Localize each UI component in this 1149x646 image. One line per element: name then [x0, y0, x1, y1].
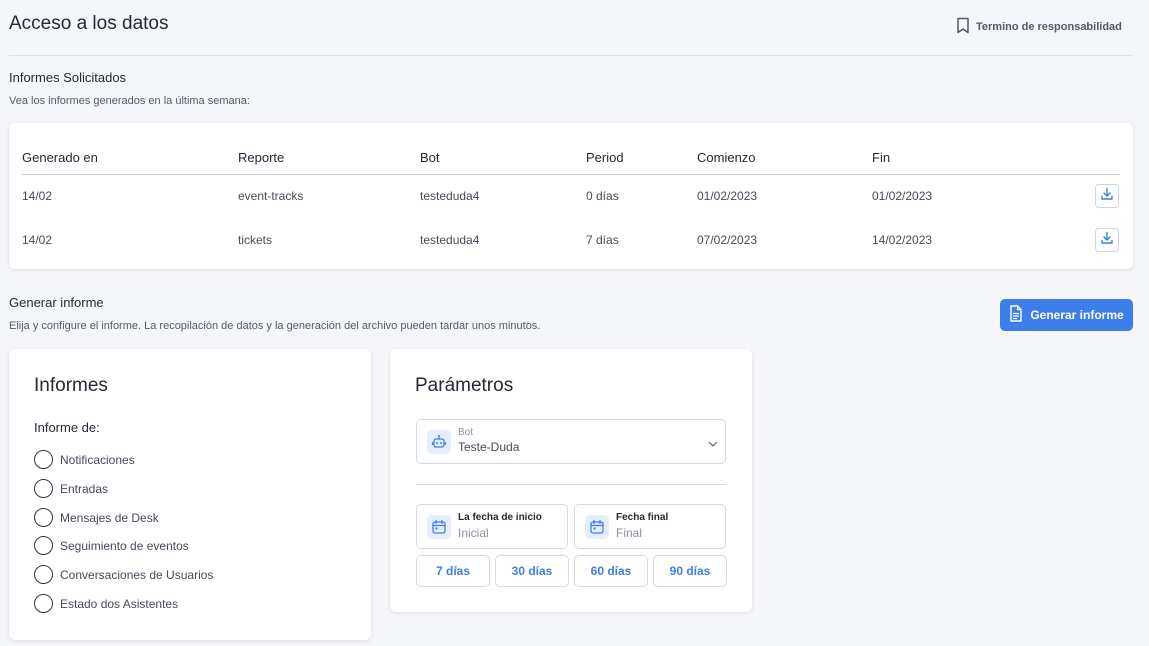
download-button[interactable]: [1095, 228, 1119, 252]
params-title: Parámetros: [415, 375, 514, 396]
range-30-days-button[interactable]: 30 días: [495, 555, 569, 587]
download-icon: [1100, 187, 1114, 206]
cell-generated: 14/02: [22, 233, 53, 247]
params-card: Parámetros Bot Teste-Duda La fecha de in…: [390, 349, 752, 612]
page-title: Acceso a los datos: [9, 13, 169, 34]
radio-circle[interactable]: [34, 565, 53, 584]
radio-option-mensajes-desk[interactable]: Mensajes de Desk: [34, 508, 159, 527]
radio-circle[interactable]: [34, 508, 53, 527]
range-7-days-button[interactable]: 7 días: [416, 555, 490, 587]
chevron-down-icon: [708, 436, 718, 454]
document-icon: [1009, 305, 1023, 325]
cell-period: 0 días: [586, 189, 619, 203]
robot-icon: [427, 430, 451, 454]
table-header-divider: [22, 174, 1120, 175]
terms-link[interactable]: Termino de responsabilidad: [956, 17, 1122, 37]
radio-label: Notificaciones: [60, 452, 135, 467]
cell-start: 01/02/2023: [697, 189, 758, 203]
column-header-end: Fin: [872, 150, 891, 165]
bot-select[interactable]: Bot Teste-Duda: [416, 419, 726, 464]
radio-option-conversaciones-usuarios[interactable]: Conversaciones de Usuarios: [34, 565, 213, 584]
bot-select-value: Teste-Duda: [458, 440, 520, 454]
start-date-value: Inicial: [458, 526, 489, 540]
radio-option-entradas[interactable]: Entradas: [34, 479, 108, 498]
radio-label: Seguimiento de eventos: [60, 538, 189, 553]
cell-report: event-tracks: [238, 189, 304, 203]
radio-label: Entradas: [60, 481, 109, 496]
header-divider: [9, 55, 1133, 56]
bot-select-label: Bot: [458, 427, 474, 438]
radio-option-notificaciones[interactable]: Notificaciones: [34, 450, 135, 469]
column-header-generated: Generado en: [22, 150, 98, 165]
start-date-label: La fecha de inicio: [458, 512, 542, 523]
informes-title: Informes: [34, 375, 108, 396]
generate-section-title: Generar informe: [9, 295, 104, 310]
download-icon: [1100, 231, 1114, 250]
cell-bot: testeduda4: [420, 189, 480, 203]
generate-section-subtitle: Elija y configure el informe. La recopil…: [9, 320, 541, 332]
radio-label: Estado dos Asistentes: [60, 596, 179, 611]
informes-card: Informes Informe de: Notificaciones Entr…: [9, 349, 371, 640]
cell-end: 01/02/2023: [872, 189, 933, 203]
radio-circle[interactable]: [34, 594, 53, 613]
cell-period: 7 días: [586, 233, 619, 247]
terms-link-label: Termino de responsabilidad: [976, 21, 1122, 33]
cell-report: tickets: [238, 233, 273, 247]
start-date-field[interactable]: La fecha de inicio Inicial: [416, 504, 568, 549]
params-divider: [416, 484, 726, 485]
reports-section-title: Informes Solicitados: [9, 70, 127, 85]
calendar-icon: [585, 515, 609, 539]
column-header-bot: Bot: [420, 150, 440, 165]
generate-report-button-label: Generar informe: [1030, 308, 1124, 322]
column-header-period: Period: [586, 150, 624, 165]
end-date-label: Fecha final: [616, 512, 669, 523]
radio-label: Conversaciones de Usuarios: [60, 567, 214, 582]
bookmark-icon: [956, 17, 970, 37]
download-button[interactable]: [1095, 184, 1119, 208]
column-header-start: Comienzo: [697, 150, 756, 165]
cell-bot: testeduda4: [420, 233, 480, 247]
cell-generated: 14/02: [22, 189, 53, 203]
radio-circle[interactable]: [34, 450, 53, 469]
generate-report-button[interactable]: Generar informe: [1000, 299, 1133, 331]
reports-table: Generado en Reporte Bot Period Comienzo …: [9, 123, 1133, 269]
radio-option-seguimiento-eventos[interactable]: Seguimiento de eventos: [34, 536, 189, 555]
range-60-days-button[interactable]: 60 días: [574, 555, 648, 587]
cell-end: 14/02/2023: [872, 233, 933, 247]
reports-section-subtitle: Vea los informes generados en la última …: [9, 95, 250, 107]
cell-start: 07/02/2023: [697, 233, 758, 247]
radio-circle[interactable]: [34, 479, 53, 498]
radio-option-estado-asistentes[interactable]: Estado dos Asistentes: [34, 594, 178, 613]
radio-circle[interactable]: [34, 536, 53, 555]
informes-label: Informe de:: [34, 420, 100, 435]
end-date-field[interactable]: Fecha final Final: [574, 504, 726, 549]
range-90-days-button[interactable]: 90 días: [653, 555, 727, 587]
calendar-icon: [427, 515, 451, 539]
end-date-value: Final: [616, 526, 643, 540]
column-header-report: Reporte: [238, 150, 285, 165]
radio-label: Mensajes de Desk: [60, 510, 159, 525]
